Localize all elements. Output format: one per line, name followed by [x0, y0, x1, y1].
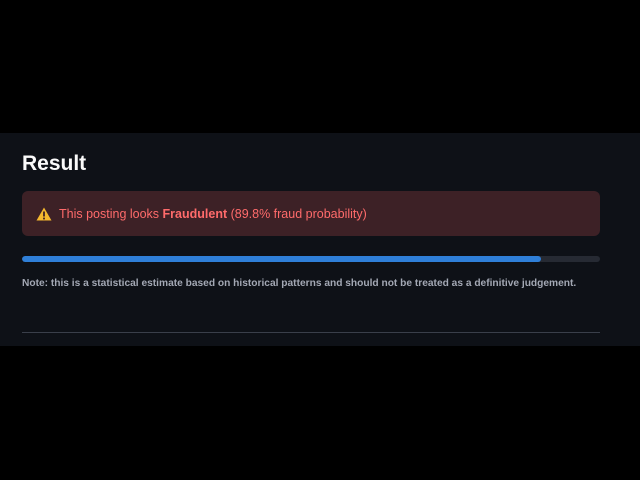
- alert-prefix: This posting looks: [59, 206, 163, 221]
- result-panel: Result This posting looks Fraudulent (89…: [0, 133, 640, 346]
- alert-suffix: (89.8% fraud probability): [227, 206, 367, 221]
- warning-icon: [36, 207, 52, 221]
- disclaimer-note: Note: this is a statistical estimate bas…: [22, 278, 577, 289]
- fraud-alert: This posting looks Fraudulent (89.8% fra…: [22, 191, 600, 236]
- fraud-probability-progress: [22, 256, 600, 262]
- progress-fill: [22, 256, 542, 262]
- result-title: Result: [22, 152, 87, 175]
- alert-message: This posting looks Fraudulent (89.8% fra…: [59, 207, 367, 221]
- divider: [22, 332, 600, 333]
- alert-verdict: Fraudulent: [162, 206, 228, 221]
